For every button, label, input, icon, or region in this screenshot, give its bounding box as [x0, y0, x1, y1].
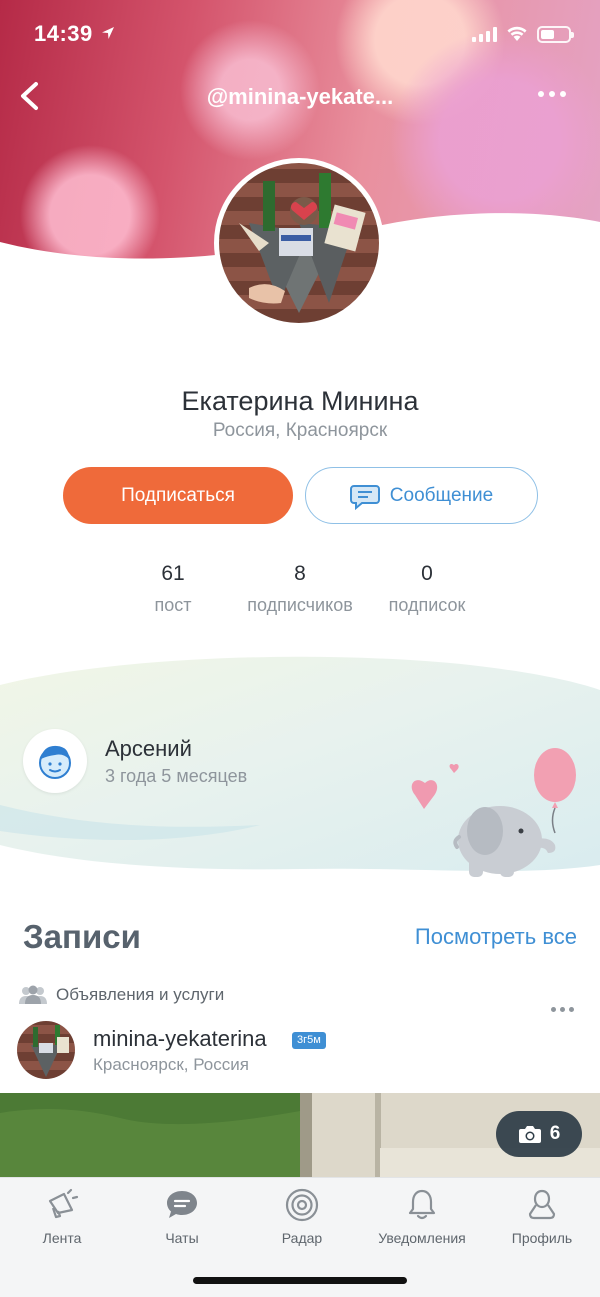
stat-followers-label: подписчиков	[247, 595, 353, 615]
megaphone-icon	[48, 1188, 79, 1219]
signal-strength-icon	[472, 26, 497, 42]
stat-following-value: 0	[421, 562, 433, 585]
status-bar: 14:39	[0, 18, 600, 54]
post-location: Красноярск, Россия	[93, 1055, 249, 1074]
home-indicator[interactable]	[193, 1277, 407, 1284]
page-title: @minina-yekate...	[206, 84, 394, 109]
profile-name: Екатерина Минина	[181, 386, 419, 416]
tab-chats-label: Чаты	[165, 1230, 199, 1246]
stat-followers[interactable]: 8 подписчиков	[230, 562, 370, 616]
tab-notifications[interactable]: Уведомления	[362, 1188, 482, 1246]
stat-following[interactable]: 0 подписок	[357, 562, 497, 616]
camera-icon	[518, 1126, 541, 1143]
stat-following-label: подписок	[388, 595, 466, 615]
child-age: 3 года 5 месяцев	[105, 766, 248, 786]
back-arrow-icon[interactable]	[14, 76, 50, 116]
message-bubble-icon	[349, 484, 380, 510]
child-name[interactable]: Арсений	[105, 736, 192, 762]
bell-icon	[408, 1189, 436, 1220]
child-avatar[interactable]	[23, 729, 87, 793]
person-icon	[528, 1189, 556, 1220]
tab-radar[interactable]: Радар	[242, 1188, 362, 1246]
message-button[interactable]: Сообщение	[305, 467, 538, 524]
profile-location: Россия, Красноярск	[212, 420, 388, 441]
tab-feed-label: Лента	[42, 1230, 82, 1246]
post-category-label: Объявления и услуги	[56, 985, 225, 1004]
tab-notifications-label: Уведомления	[378, 1230, 466, 1246]
more-options-icon[interactable]	[538, 91, 566, 97]
tab-profile-label: Профиль	[511, 1230, 573, 1246]
status-time: 14:39	[34, 21, 93, 46]
photo-count-badge[interactable]: 6	[496, 1111, 582, 1157]
chat-bubble-icon	[167, 1191, 197, 1218]
radar-icon	[285, 1188, 319, 1222]
stat-followers-value: 8	[294, 562, 306, 585]
tab-chats[interactable]: Чаты	[122, 1188, 242, 1246]
post-more-options-icon[interactable]	[551, 1007, 574, 1012]
battery-icon	[537, 26, 574, 43]
tab-feed[interactable]: Лента	[2, 1188, 122, 1246]
tab-radar-label: Радар	[281, 1230, 323, 1246]
post-author-avatar[interactable]	[17, 1021, 75, 1079]
tab-profile[interactable]: Профиль	[482, 1188, 600, 1246]
stat-posts-value: 61	[161, 562, 185, 585]
section-title-posts: Записи	[23, 918, 141, 955]
see-all-link[interactable]: Посмотреть все	[390, 924, 577, 950]
bouquet-thumbnail	[31, 1025, 69, 1077]
stat-posts-label: пост	[154, 595, 192, 615]
post-category[interactable]: Объявления и услуги	[18, 985, 224, 1005]
child-age-badge: 3г5м	[292, 1032, 326, 1049]
stat-posts[interactable]: 61 пост	[103, 562, 243, 616]
subscribe-button-label: Подписаться	[121, 484, 235, 506]
location-arrow-icon	[102, 27, 114, 39]
message-button-label: Сообщение	[389, 484, 494, 506]
photo-count-value: 6	[549, 1123, 561, 1144]
post-author-name[interactable]: minina-yekaterina	[93, 1026, 267, 1052]
boy-face-icon	[39, 745, 71, 779]
people-group-icon	[19, 985, 47, 1004]
subscribe-button[interactable]: Подписаться	[63, 467, 293, 524]
wifi-icon	[507, 26, 527, 41]
profile-avatar[interactable]	[214, 158, 384, 328]
elephant-balloon-illustration	[411, 748, 576, 877]
bouquet-photo	[239, 173, 366, 313]
